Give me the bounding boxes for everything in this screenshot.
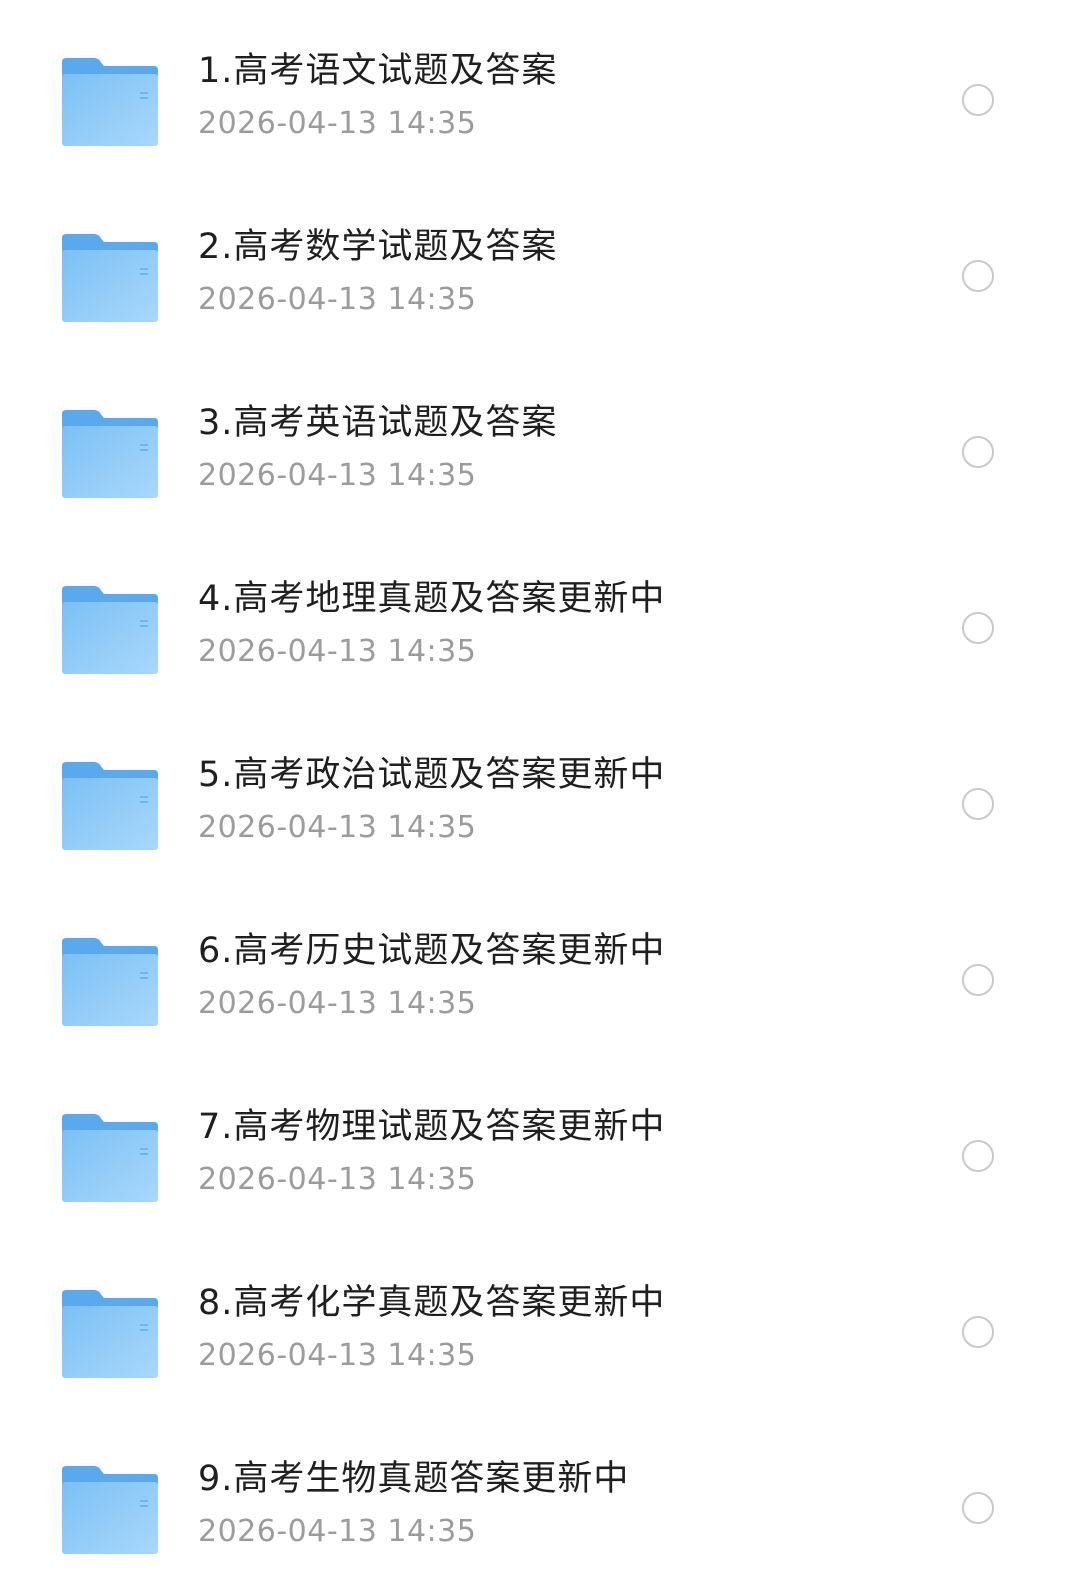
file-name: 9.高考生物真题答案更新中	[198, 1459, 630, 1499]
file-name: 5.高考政治试题及答案更新中	[198, 755, 666, 795]
folder-icon	[60, 584, 160, 676]
folder-icon	[60, 56, 160, 148]
select-radio[interactable]	[962, 1316, 994, 1348]
select-radio[interactable]	[962, 1492, 994, 1524]
select-radio[interactable]	[962, 788, 994, 820]
list-item[interactable]: 8.高考化学真题及答案更新中 2026-04-13 14:35	[0, 1244, 1080, 1420]
file-name: 1.高考语文试题及答案	[198, 51, 558, 91]
list-item[interactable]: 5.高考政治试题及答案更新中 2026-04-13 14:35	[0, 716, 1080, 892]
select-radio[interactable]	[962, 436, 994, 468]
list-item[interactable]: 4.高考地理真题及答案更新中 2026-04-13 14:35	[0, 540, 1080, 716]
list-item[interactable]: 1.高考语文试题及答案 2026-04-13 14:35	[0, 12, 1080, 188]
folder-icon	[60, 1464, 160, 1556]
list-item[interactable]: 7.高考物理试题及答案更新中 2026-04-13 14:35	[0, 1068, 1080, 1244]
file-date: 2026-04-13 14:35	[198, 1514, 477, 1549]
file-date: 2026-04-13 14:35	[198, 1338, 477, 1373]
select-radio[interactable]	[962, 612, 994, 644]
file-list: 1.高考语文试题及答案 2026-04-13 14:35 2.高考数学试题及答案…	[0, 12, 1080, 1596]
file-name: 3.高考英语试题及答案	[198, 403, 558, 443]
file-name: 8.高考化学真题及答案更新中	[198, 1283, 666, 1323]
list-item[interactable]: 9.高考生物真题答案更新中 2026-04-13 14:35	[0, 1420, 1080, 1596]
file-date: 2026-04-13 14:35	[198, 634, 477, 669]
file-date: 2026-04-13 14:35	[198, 1162, 477, 1197]
select-radio[interactable]	[962, 84, 994, 116]
file-date: 2026-04-13 14:35	[198, 282, 477, 317]
folder-icon	[60, 760, 160, 852]
folder-icon	[60, 1288, 160, 1380]
list-item[interactable]: 6.高考历史试题及答案更新中 2026-04-13 14:35	[0, 892, 1080, 1068]
folder-icon	[60, 1112, 160, 1204]
list-item[interactable]: 2.高考数学试题及答案 2026-04-13 14:35	[0, 188, 1080, 364]
folder-icon	[60, 408, 160, 500]
file-date: 2026-04-13 14:35	[198, 458, 477, 493]
select-radio[interactable]	[962, 1140, 994, 1172]
file-date: 2026-04-13 14:35	[198, 106, 477, 141]
file-name: 2.高考数学试题及答案	[198, 227, 558, 267]
file-name: 6.高考历史试题及答案更新中	[198, 931, 666, 971]
file-date: 2026-04-13 14:35	[198, 986, 477, 1021]
folder-icon	[60, 232, 160, 324]
file-name: 4.高考地理真题及答案更新中	[198, 579, 666, 619]
list-item[interactable]: 3.高考英语试题及答案 2026-04-13 14:35	[0, 364, 1080, 540]
select-radio[interactable]	[962, 260, 994, 292]
file-date: 2026-04-13 14:35	[198, 810, 477, 845]
folder-icon	[60, 936, 160, 1028]
file-name: 7.高考物理试题及答案更新中	[198, 1107, 666, 1147]
select-radio[interactable]	[962, 964, 994, 996]
